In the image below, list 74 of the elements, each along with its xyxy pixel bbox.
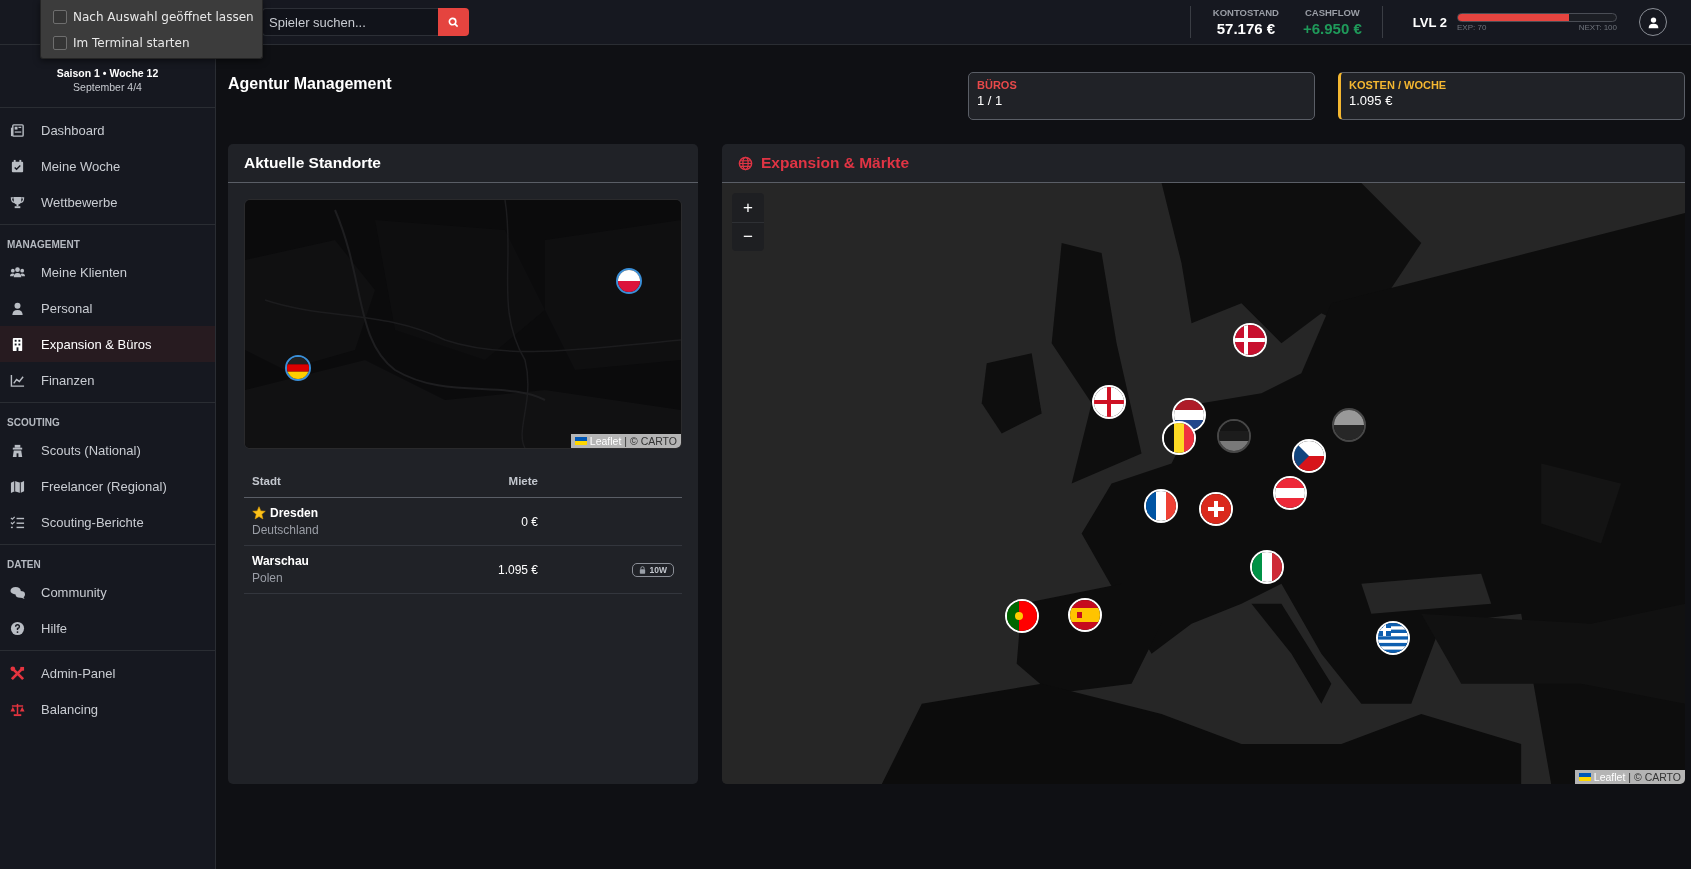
city-name: Warschau	[252, 554, 309, 568]
user-icon	[10, 300, 25, 316]
sidebar-item[interactable]: Meine Klienten	[0, 254, 215, 290]
city-name: Dresden	[270, 506, 319, 520]
stat-label: KONTOSTAND	[1212, 7, 1279, 18]
sidebar-item[interactable]: Hilfe	[0, 610, 215, 646]
rent-value: 0 €	[521, 514, 538, 529]
section-heading: SCOUTING	[6, 416, 61, 430]
card-value: 1.095 €	[1349, 93, 1394, 108]
chart-icon	[10, 372, 25, 388]
checkbox[interactable]	[53, 10, 67, 24]
tower-icon	[10, 442, 25, 458]
checklist-icon	[10, 514, 25, 530]
search-button[interactable]	[438, 8, 469, 36]
zoom-in-button[interactable]: +	[732, 193, 764, 222]
stat-value: +6.950 €	[1303, 20, 1362, 37]
flag-icon	[1578, 773, 1591, 781]
globe-icon	[738, 155, 753, 171]
sidebar-item[interactable]: Community	[0, 574, 215, 610]
card-title: Expansion & Märkte	[761, 154, 910, 172]
page-title: Agentur Management	[228, 75, 392, 93]
chat-icon	[10, 584, 25, 600]
section-heading: MANAGEMENT	[6, 238, 81, 252]
date-text: September 4/4	[73, 81, 142, 93]
lock-badge: 10W	[631, 562, 674, 577]
card-label: KOSTEN / WOCHE	[1349, 79, 1448, 91]
calendar-icon	[10, 158, 25, 174]
users-icon	[10, 264, 25, 280]
card-label: BÜROS	[977, 79, 1018, 91]
sidebar-item[interactable]: Wettbewerbe	[0, 184, 215, 220]
season-text: Saison 1 • Woche 12	[56, 67, 159, 79]
search-icon	[448, 16, 459, 28]
help-icon	[10, 620, 25, 636]
zoom-out-button[interactable]: −	[732, 222, 764, 251]
flag-marker[interactable]	[285, 355, 312, 382]
attribution-text: | © CARTO	[624, 435, 677, 447]
section-heading: DATEN	[6, 558, 42, 572]
sidebar-item[interactable]: Scouting-Berichte	[0, 504, 215, 540]
search-field[interactable]: Spieler suchen...	[262, 8, 438, 36]
tools-icon	[10, 665, 25, 681]
lock-icon	[638, 565, 646, 574]
column-header: Miete	[470, 465, 546, 498]
rent-value: 1.095 €	[497, 562, 538, 577]
menu-item[interactable]: Nach Auswahl geöffnet lassen	[73, 10, 254, 24]
flag-icon	[574, 437, 587, 445]
country-name: Polen	[252, 571, 284, 585]
column-header: Stadt	[244, 465, 470, 498]
country-name: Deutschland	[252, 523, 320, 537]
sidebar-item[interactable]: Personal	[0, 290, 215, 326]
user-icon	[1646, 15, 1660, 29]
sidebar-item[interactable]: Meine Woche	[0, 148, 215, 184]
sidebar-item[interactable]: Freelancer (Regional)	[0, 468, 215, 504]
next-text: NEXT: 100	[1578, 22, 1617, 32]
scale-icon	[10, 701, 25, 717]
menu-item[interactable]: Im Terminal starten	[73, 36, 190, 50]
sidebar-item[interactable]: Admin-Panel	[0, 655, 215, 691]
checkbox[interactable]	[53, 36, 67, 50]
sidebar-item[interactable]: Balancing	[0, 691, 215, 727]
stat-value: 57.176 €	[1216, 20, 1276, 37]
flag-marker[interactable]	[616, 267, 643, 294]
sidebar-item[interactable]: Dashboard	[0, 112, 215, 148]
attribution-text: | © CARTO	[1628, 771, 1681, 783]
sidebar-item[interactable]: Expansion & Büros	[0, 326, 215, 362]
stat-label: CASHFLOW	[1304, 7, 1360, 18]
map-icon	[10, 478, 25, 494]
sidebar-item[interactable]: Finanzen	[0, 362, 215, 398]
exp-text: EXP: 70	[1457, 22, 1487, 32]
trophy-icon	[10, 194, 25, 210]
sidebar-item[interactable]: Scouts (National)	[0, 432, 215, 468]
newspaper-icon	[10, 122, 25, 138]
level-label: LVL 2	[1412, 14, 1447, 30]
card-title: Aktuelle Standorte	[244, 154, 381, 172]
card-value: 1 / 1	[977, 93, 1004, 108]
building-icon	[10, 336, 25, 352]
